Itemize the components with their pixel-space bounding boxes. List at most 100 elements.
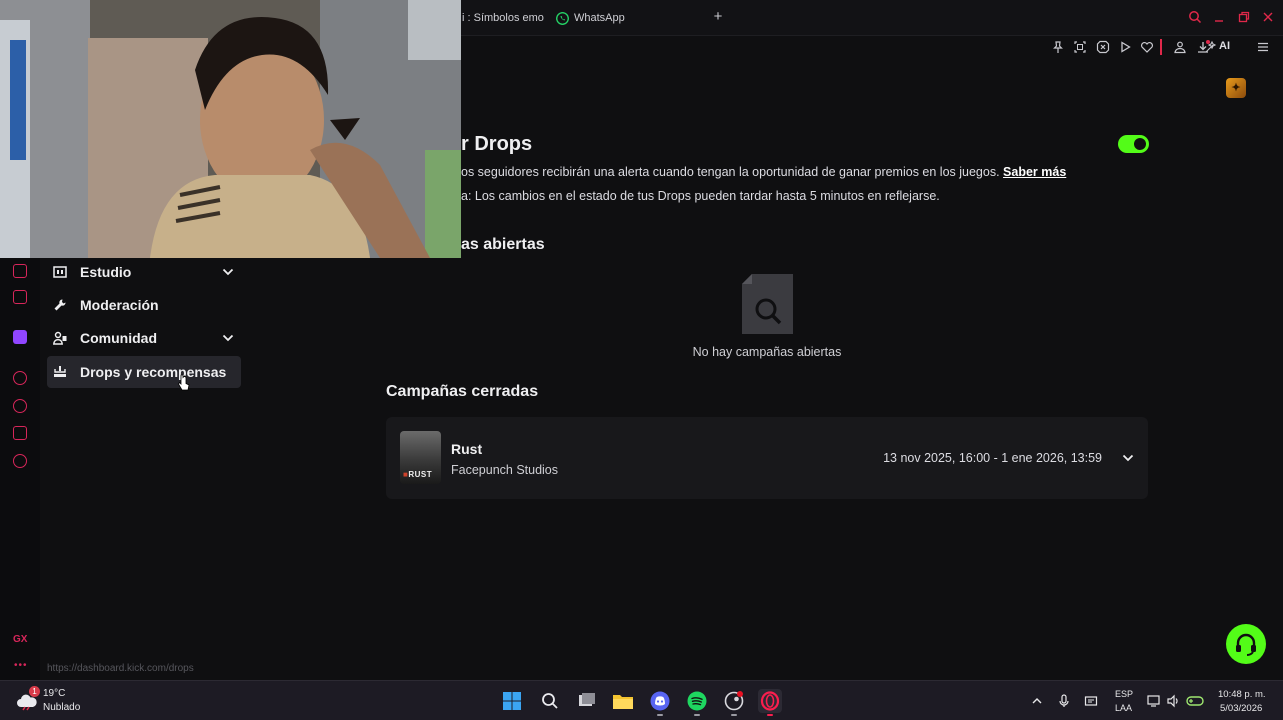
search-icon: [542, 693, 558, 709]
sidebar-item-label: Moderación: [80, 297, 159, 313]
minimize-icon[interactable]: [1211, 10, 1227, 26]
chevron-down-icon[interactable]: [221, 265, 235, 279]
steam-app[interactable]: [722, 689, 746, 716]
toolbar-divider: [1160, 39, 1162, 55]
sidebar-item-comunidad[interactable]: Comunidad: [47, 322, 241, 354]
spotify-app[interactable]: [685, 689, 709, 716]
wrench-icon: [53, 298, 67, 312]
file-explorer[interactable]: [611, 689, 635, 713]
menu-icon[interactable]: [1256, 40, 1270, 54]
whatsapp-icon: [556, 11, 569, 25]
opera-sidebar: [0, 258, 40, 680]
microphone-icon[interactable]: [1058, 694, 1070, 708]
discord-app[interactable]: [648, 689, 672, 716]
restore-icon[interactable]: [1236, 10, 1252, 26]
task-view-icon: [579, 693, 595, 706]
weather-temperature: 19°C: [43, 688, 66, 699]
taskbar-search[interactable]: [538, 689, 562, 713]
opera-gx-app[interactable]: [758, 689, 782, 716]
running-indicator: [657, 714, 663, 716]
sidebar-item-estudio[interactable]: Estudio: [47, 256, 241, 288]
more-options-icon[interactable]: •••: [14, 660, 28, 671]
spotify-icon: [687, 691, 707, 711]
running-indicator: [767, 714, 773, 716]
mouse-cursor-icon: [178, 374, 190, 391]
chevron-down-icon[interactable]: [1121, 451, 1135, 465]
clock-time[interactable]: 10:48 p. m.: [1218, 689, 1266, 700]
ai-label[interactable]: AI: [1219, 40, 1230, 52]
rust-thumbnail: ■RUST: [400, 431, 441, 484]
favorite-icon[interactable]: [1140, 40, 1154, 54]
player-icon[interactable]: [1118, 40, 1132, 54]
weather-description: Nublado: [43, 702, 81, 713]
tab-simbolos[interactable]: i : Símbolos emo: [462, 8, 544, 28]
opera-aria-icon[interactable]: [13, 264, 27, 278]
support-button[interactable]: [1226, 624, 1266, 664]
weather-badge: 1: [29, 686, 40, 697]
start-button[interactable]: [500, 689, 524, 713]
search-tabs-icon[interactable]: [1187, 10, 1203, 26]
campaign-card[interactable]: ■RUST Rust Facepunch Studios 13 nov 2025…: [386, 417, 1148, 499]
network-icon[interactable]: [1147, 694, 1161, 708]
drops-icon: [53, 365, 67, 379]
sidebar-item-label: Comunidad: [80, 330, 157, 346]
storage-icon[interactable]: [1084, 694, 1098, 708]
running-indicator: [731, 714, 737, 716]
empty-state-text: No hay campañas abiertas: [692, 345, 842, 359]
keyboard-layout: LAA: [1115, 703, 1133, 713]
webcam-overlay: [0, 0, 461, 258]
chevron-up-icon[interactable]: [1031, 695, 1043, 707]
clock-date: 5/03/2026: [1220, 703, 1263, 714]
language-indicator[interactable]: ESP: [1115, 689, 1133, 699]
messenger-icon[interactable]: [13, 290, 27, 304]
sidebar-item-drops[interactable]: Drops y recompensas: [47, 356, 241, 388]
campaign-developer: Facepunch Studios: [451, 463, 559, 477]
running-indicator: [694, 714, 700, 716]
new-tab-button[interactable]: +: [710, 9, 726, 25]
discord-icon: [650, 691, 670, 711]
drops-description-text: os seguidores recibirán una alerta cuand…: [461, 165, 1000, 179]
snapshot-icon[interactable]: [1073, 40, 1087, 54]
close-icon[interactable]: [1260, 10, 1276, 26]
drops-toggle[interactable]: [1118, 135, 1149, 153]
twitch-icon[interactable]: [13, 330, 27, 344]
drops-title: r Drops: [461, 133, 533, 155]
sidebar-item-label: Estudio: [80, 264, 132, 280]
status-url: https://dashboard.kick.com/drops: [47, 663, 194, 674]
account-icon[interactable]: [1173, 40, 1187, 54]
opera-gx-icon[interactable]: GX: [13, 634, 27, 645]
sidebar-item-moderacion[interactable]: Moderación: [47, 289, 241, 321]
studio-icon: [53, 265, 67, 279]
extensions-icon[interactable]: [13, 426, 27, 440]
adblock-icon[interactable]: [1096, 40, 1110, 54]
headset-icon: [1236, 633, 1256, 656]
tab-whatsapp[interactable]: WhatsApp: [556, 8, 625, 28]
task-view[interactable]: [575, 689, 599, 713]
taskbar: 1 19°C Nublado ESP LAA 10:48 p. m. 5/03/…: [0, 680, 1283, 720]
gamepad-icon[interactable]: [1186, 693, 1204, 709]
pin-icon[interactable]: [1051, 40, 1065, 54]
tab-label: WhatsApp: [574, 12, 625, 24]
learn-more-link[interactable]: Saber más: [1003, 165, 1066, 179]
steam-icon: [724, 691, 744, 711]
extension-icon[interactable]: ✦: [1226, 78, 1246, 98]
volume-icon[interactable]: [1166, 694, 1180, 708]
folder-icon: [613, 695, 633, 709]
drops-description: os seguidores recibirán una alerta cuand…: [461, 165, 1066, 179]
tab-label: i : Símbolos emo: [462, 12, 544, 24]
closed-campaigns-title: Campañas cerradas: [386, 383, 539, 400]
webcam-person-image: [0, 0, 461, 258]
chevron-down-icon[interactable]: [221, 331, 235, 345]
campaign-name: Rust: [451, 441, 483, 457]
history-icon[interactable]: [13, 399, 27, 413]
toggle-knob: [1134, 138, 1146, 150]
screen: i : Símbolos emo WhatsApp + AI ✦ GX ••• …: [0, 0, 1283, 720]
player-sidebar-icon[interactable]: [13, 371, 27, 385]
campaign-dates: 13 nov 2025, 16:00 - 1 ene 2026, 13:59: [883, 451, 1102, 465]
rust-logo: ■RUST: [403, 470, 433, 479]
settings-icon[interactable]: [13, 454, 27, 468]
ai-icon[interactable]: [1204, 40, 1218, 54]
drops-note: a: Los cambios en el estado de tus Drops…: [461, 189, 940, 203]
community-icon: [53, 331, 67, 345]
open-campaigns-title: as abiertas: [461, 236, 545, 253]
